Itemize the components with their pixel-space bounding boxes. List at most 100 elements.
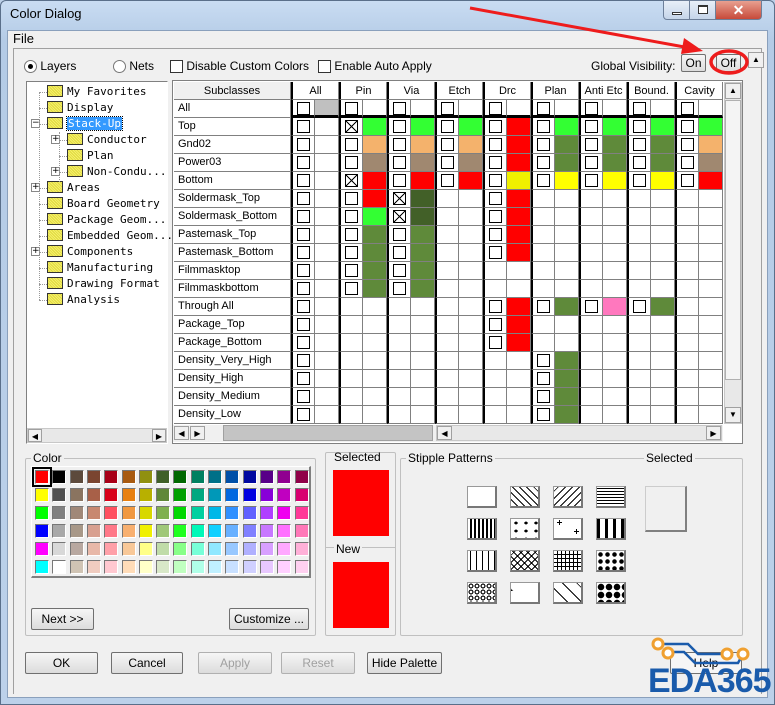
palette-color-swatch[interactable]: [69, 470, 84, 484]
palette-color-swatch[interactable]: [242, 542, 257, 556]
stipple-horizontal[interactable]: [596, 486, 626, 508]
visibility-cell[interactable]: [387, 118, 411, 136]
visibility-cell[interactable]: [291, 244, 315, 262]
color-cell[interactable]: [699, 118, 723, 136]
visibility-cell[interactable]: [483, 136, 507, 154]
stipple-triangles[interactable]: [510, 518, 540, 540]
subclass-row-label[interactable]: Through All: [174, 298, 291, 316]
color-cell[interactable]: [507, 118, 531, 136]
palette-color-swatch[interactable]: [225, 488, 240, 502]
visibility-cell[interactable]: [531, 118, 555, 136]
visibility-cell[interactable]: [339, 136, 363, 154]
color-cell[interactable]: [459, 154, 483, 172]
reset-button[interactable]: Reset: [281, 652, 355, 674]
visibility-cell[interactable]: [579, 154, 603, 172]
scroll-right-button[interactable]: ▶: [706, 426, 721, 440]
color-cell[interactable]: [411, 262, 435, 280]
palette-color-swatch[interactable]: [242, 524, 257, 538]
visibility-checkbox[interactable]: [297, 282, 310, 295]
tree-item[interactable]: Conductor: [67, 132, 147, 148]
visibility-checkbox[interactable]: [393, 246, 406, 259]
color-cell[interactable]: [651, 154, 675, 172]
tree-item[interactable]: Plan: [67, 148, 114, 164]
color-cell[interactable]: [507, 226, 531, 244]
visibility-cell[interactable]: [387, 244, 411, 262]
color-cell[interactable]: [315, 316, 339, 334]
palette-color-swatch[interactable]: [104, 506, 119, 520]
palette-color-swatch[interactable]: [121, 524, 136, 538]
visibility-checkbox[interactable]: [633, 300, 646, 313]
palette-color-swatch[interactable]: [86, 524, 101, 538]
visibility-checkbox[interactable]: [345, 174, 358, 187]
stipple-dotted-vertical[interactable]: [467, 550, 497, 572]
palette-color-swatch[interactable]: [52, 488, 67, 502]
palette-color-swatch[interactable]: [225, 470, 240, 484]
color-cell[interactable]: [459, 136, 483, 154]
visibility-cell[interactable]: [483, 316, 507, 334]
palette-color-swatch[interactable]: [190, 542, 205, 556]
color-cell[interactable]: [459, 172, 483, 190]
color-cell[interactable]: [651, 136, 675, 154]
color-cell[interactable]: [555, 388, 579, 406]
palette-color-swatch[interactable]: [69, 560, 84, 574]
visibility-checkbox[interactable]: [537, 354, 550, 367]
visibility-checkbox[interactable]: [489, 336, 502, 349]
color-cell[interactable]: [507, 298, 531, 316]
visibility-checkbox[interactable]: [297, 408, 310, 421]
visibility-cell[interactable]: [291, 118, 315, 136]
visibility-checkbox[interactable]: [345, 138, 358, 151]
color-cell[interactable]: [363, 280, 387, 298]
palette-color-swatch[interactable]: [138, 542, 153, 556]
palette-color-swatch[interactable]: [156, 524, 171, 538]
color-cell[interactable]: [315, 136, 339, 154]
color-cell[interactable]: [315, 298, 339, 316]
palette-color-swatch[interactable]: [208, 488, 222, 502]
palette-color-swatch[interactable]: [277, 488, 292, 502]
visibility-cell[interactable]: [291, 208, 315, 226]
tree-item[interactable]: Analysis: [47, 292, 120, 308]
color-cell[interactable]: [363, 136, 387, 154]
palette-color-swatch[interactable]: [121, 488, 136, 502]
scroll-right-button[interactable]: ▶: [152, 429, 166, 442]
stipple-solid[interactable]: [467, 486, 497, 508]
palette-color-swatch[interactable]: [35, 542, 49, 556]
palette-color-swatch[interactable]: [259, 524, 274, 538]
visibility-cell[interactable]: [531, 370, 555, 388]
visibility-cell[interactable]: [675, 136, 699, 154]
color-cell[interactable]: [699, 136, 723, 154]
visibility-checkbox[interactable]: [585, 120, 598, 133]
visibility-cell[interactable]: [291, 172, 315, 190]
color-cell[interactable]: [507, 172, 531, 190]
palette-color-swatch[interactable]: [104, 488, 119, 502]
subclass-row-label[interactable]: Filmmaskbottom: [174, 280, 291, 298]
palette-color-swatch[interactable]: [208, 506, 222, 520]
color-cell[interactable]: [315, 154, 339, 172]
palette-color-swatch[interactable]: [225, 524, 240, 538]
palette-color-swatch[interactable]: [242, 560, 257, 574]
visibility-checkbox[interactable]: [393, 138, 406, 151]
stipple-dashes[interactable]: [596, 518, 626, 540]
palette-color-swatch[interactable]: [86, 560, 101, 574]
palette-color-swatch[interactable]: [121, 506, 136, 520]
palette-color-swatch[interactable]: [277, 506, 292, 520]
visibility-checkbox[interactable]: [585, 300, 598, 313]
visibility-checkbox[interactable]: [441, 138, 454, 151]
ok-button[interactable]: OK: [25, 652, 98, 674]
visibility-checkbox[interactable]: [393, 264, 406, 277]
palette-color-swatch[interactable]: [69, 506, 84, 520]
color-cell[interactable]: [555, 118, 579, 136]
color-cell[interactable]: [411, 208, 435, 226]
color-cell[interactable]: [507, 334, 531, 352]
palette-color-swatch[interactable]: [121, 560, 136, 574]
palette-color-swatch[interactable]: [104, 470, 119, 484]
grid-hscrollbar[interactable]: ◀ ▶: [436, 425, 722, 441]
visibility-cell[interactable]: [339, 190, 363, 208]
visibility-cell[interactable]: [387, 136, 411, 154]
visibility-cell[interactable]: [579, 136, 603, 154]
color-cell[interactable]: [315, 406, 339, 424]
palette-color-swatch[interactable]: [173, 488, 188, 502]
palette-color-swatch[interactable]: [35, 488, 49, 502]
visibility-cell[interactable]: [339, 262, 363, 280]
visibility-checkbox[interactable]: [681, 156, 694, 169]
color-cell[interactable]: [363, 154, 387, 172]
